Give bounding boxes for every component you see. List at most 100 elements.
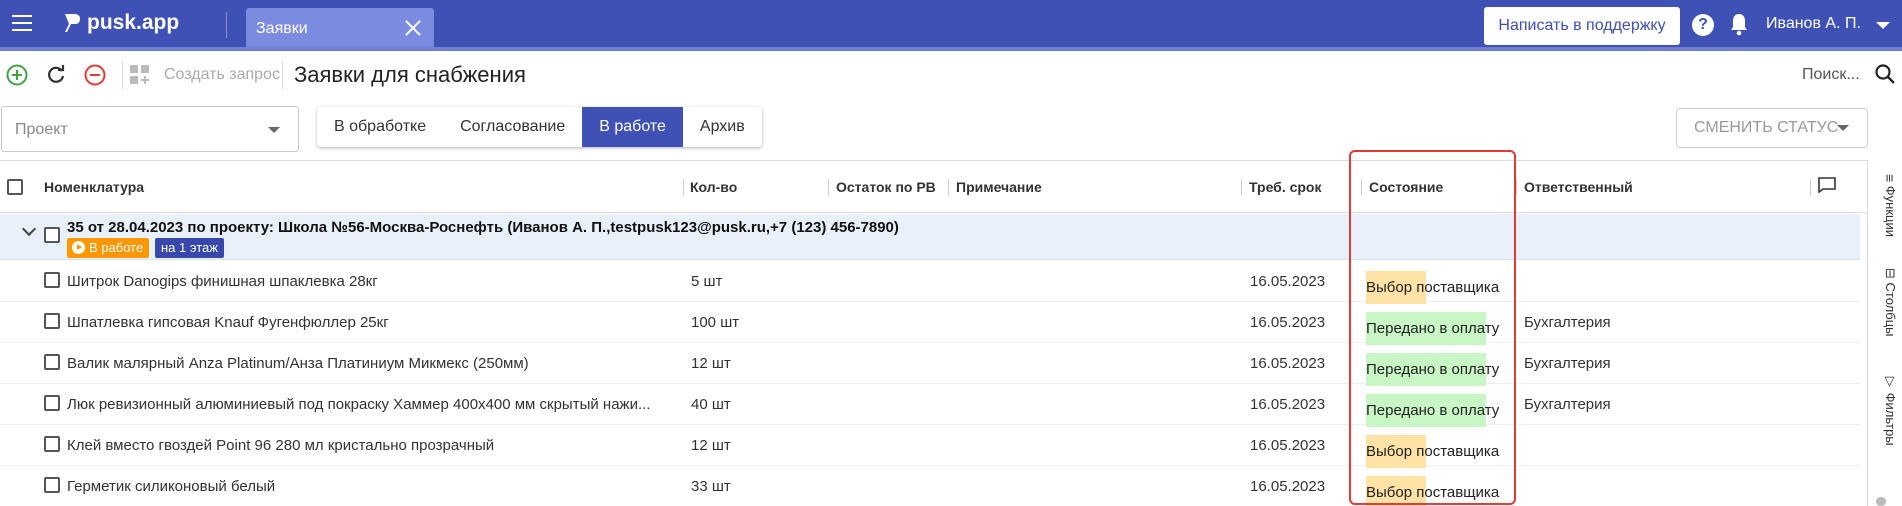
column-qty[interactable]: Кол-во: [690, 179, 737, 195]
project-placeholder: Проект: [15, 121, 68, 138]
side-functions[interactable]: ≡ Функции: [1874, 174, 1898, 237]
cell-deadline: 16.05.2023: [1250, 314, 1326, 331]
status-tabs: В обработке Согласование В работе Архив: [317, 107, 762, 147]
bell-icon[interactable]: [1728, 12, 1750, 36]
cell-responsible: Бухгалтерия: [1524, 355, 1611, 372]
chevron-down-icon[interactable]: [1876, 22, 1890, 29]
column-rest[interactable]: Остаток по РВ: [836, 179, 936, 195]
table-row[interactable]: Клей вместо гвоздей Point 96 280 мл крис…: [0, 425, 1860, 468]
column-divider[interactable]: [828, 179, 829, 195]
side-columns-label: Столбцы: [1883, 282, 1898, 337]
column-responsible[interactable]: Ответственный: [1524, 179, 1633, 195]
project-select[interactable]: Проект: [1, 106, 299, 152]
requests-table: Номенклатура Кол-во Остаток по РВ Примеч…: [0, 160, 1902, 506]
state-label: Передано в оплату: [1366, 320, 1500, 337]
tab-processing[interactable]: В обработке: [317, 107, 443, 147]
side-filters[interactable]: ▽ Фильтры: [1874, 374, 1898, 506]
toolbar: Создать запрос Заявки для снабжения Поис…: [0, 51, 1902, 97]
column-state[interactable]: Состояние: [1369, 179, 1443, 195]
chevron-down-icon: [1837, 125, 1849, 131]
scrollbar[interactable]: [1876, 497, 1886, 506]
state-badge: Передано в оплату: [1366, 312, 1499, 345]
refresh-icon[interactable]: [44, 63, 68, 87]
change-status-button[interactable]: СМЕНИТЬ СТАТУС: [1676, 108, 1868, 148]
state-badge: Выбор поставщика: [1366, 476, 1499, 506]
column-divider[interactable]: [683, 179, 684, 195]
row-checkbox[interactable]: [44, 272, 60, 288]
table-row[interactable]: Шитрок Danogips финишная шпаклевка 28кг 5…: [0, 261, 1860, 304]
cell-qty: 12 шт: [691, 437, 731, 454]
column-divider[interactable]: [1241, 179, 1242, 195]
app-header: pusk.app Заявки Написать в поддержку ? И…: [0, 0, 1902, 49]
page-title: Заявки для снабжения: [294, 62, 526, 87]
comment-icon[interactable]: [1818, 177, 1836, 193]
row-checkbox[interactable]: [44, 354, 60, 370]
state-badge: Выбор поставщика: [1366, 271, 1499, 304]
close-icon[interactable]: [402, 17, 424, 39]
side-functions-label: Функции: [1883, 185, 1898, 238]
table-row[interactable]: Люк ревизионный алюминиевый под покраску…: [0, 384, 1860, 427]
request-group-row[interactable]: 35 от 28.04.2023 по проекту: Школа №56-М…: [0, 214, 1860, 260]
column-note[interactable]: Примечание: [956, 179, 1042, 195]
state-badge: Передано в оплату: [1366, 353, 1499, 386]
state-label: Выбор поставщика: [1366, 443, 1500, 460]
app-logo[interactable]: pusk.app: [63, 11, 179, 35]
column-divider[interactable]: [1361, 179, 1362, 195]
user-menu[interactable]: Иванов А. П.: [1766, 15, 1861, 33]
cell-deadline: 16.05.2023: [1250, 478, 1326, 495]
state-badge: Выбор поставщика: [1366, 435, 1499, 468]
tab-label: Заявки: [256, 20, 308, 37]
side-columns[interactable]: ⊟ Столбцы: [1874, 268, 1898, 337]
help-icon[interactable]: ?: [1692, 14, 1714, 36]
menu-lines-icon: ≡: [1882, 174, 1898, 183]
header-divider: [226, 12, 227, 38]
cell-deadline: 16.05.2023: [1250, 396, 1326, 413]
cell-nomenclature: Валик малярный Anza Platinum/Анза Платин…: [67, 355, 529, 372]
cell-deadline: 16.05.2023: [1250, 273, 1326, 290]
change-status-label: СМЕНИТЬ СТАТУС: [1694, 119, 1839, 136]
chevron-down-icon[interactable]: [21, 221, 37, 237]
cell-qty: 33 шт: [691, 478, 731, 495]
row-checkbox[interactable]: [44, 436, 60, 452]
table-row[interactable]: Валик малярный Anza Platinum/Анза Платин…: [0, 343, 1860, 386]
cell-deadline: 16.05.2023: [1250, 355, 1326, 372]
cell-qty: 40 шт: [691, 396, 731, 413]
cell-nomenclature: Шитрок Danogips финишная шпаклевка 28кг: [67, 273, 378, 290]
cell-qty: 100 шт: [691, 314, 740, 331]
toolbar-divider: [122, 61, 123, 89]
location-badge: на 1 этаж: [155, 238, 224, 258]
search-icon[interactable]: [1874, 63, 1896, 85]
column-nomenclature[interactable]: Номенклатура: [44, 179, 144, 195]
state-label: Выбор поставщика: [1366, 484, 1500, 501]
cell-nomenclature: Герметик силиконовый белый: [67, 478, 276, 495]
logo-icon: [65, 14, 80, 32]
select-all-checkbox[interactable]: [7, 179, 23, 195]
status-badge: В работе: [67, 238, 150, 258]
tab-in-progress[interactable]: В работе: [582, 107, 683, 147]
column-divider[interactable]: [948, 179, 949, 195]
column-divider[interactable]: [1810, 179, 1811, 195]
tab-requests[interactable]: Заявки: [246, 8, 434, 49]
row-checkbox[interactable]: [44, 395, 60, 411]
tab-archive[interactable]: Архив: [683, 107, 762, 147]
group-title: 35 от 28.04.2023 по проекту: Школа №56-М…: [67, 219, 899, 236]
toolbar-divider: [282, 61, 283, 89]
cell-responsible: Бухгалтерия: [1524, 396, 1611, 413]
tab-approval[interactable]: Согласование: [443, 107, 582, 147]
row-checkbox[interactable]: [44, 477, 60, 493]
search-input[interactable]: Поиск...: [1802, 66, 1860, 84]
row-checkbox[interactable]: [44, 313, 60, 329]
columns-icon: ⊟: [1883, 268, 1898, 279]
column-deadline[interactable]: Треб. срок: [1249, 179, 1322, 195]
add-icon[interactable]: [5, 63, 29, 87]
table-header: Номенклатура Кол-во Остаток по РВ Примеч…: [0, 161, 1867, 213]
column-divider[interactable]: [1516, 179, 1517, 195]
cell-nomenclature: Люк ревизионный алюминиевый под покраску…: [67, 396, 651, 413]
support-button[interactable]: Написать в поддержку: [1484, 7, 1680, 45]
create-request-button[interactable]: Создать запрос: [164, 66, 280, 84]
table-row[interactable]: Герметик силиконовый белый 33 шт 16.05.202…: [0, 466, 1860, 506]
table-row[interactable]: Шпатлевка гипсовая Knauf Фугенфюллер 25к…: [0, 302, 1860, 345]
menu-icon[interactable]: [12, 15, 32, 31]
remove-icon[interactable]: [83, 63, 107, 87]
group-checkbox[interactable]: [44, 227, 60, 243]
